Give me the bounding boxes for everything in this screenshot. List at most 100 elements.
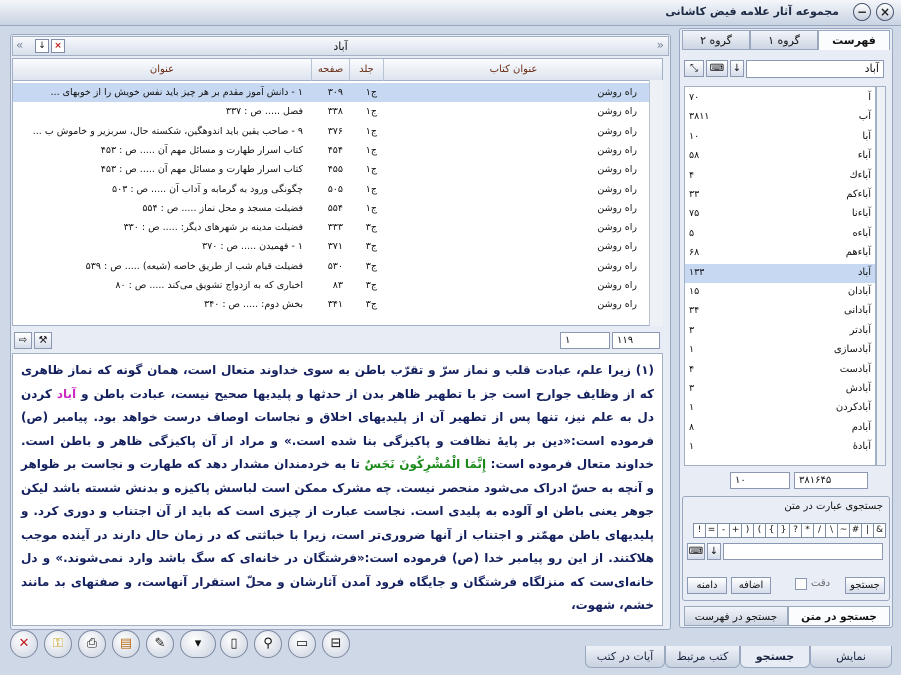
text-part-3: تا به خردمندان مشدار دهد که طهارت و نجاس… — [21, 457, 654, 612]
chart-icon[interactable]: ⤡ — [684, 60, 704, 77]
keyboard-icon[interactable]: ⌨ — [706, 60, 728, 77]
index-item[interactable]: آبادکردن ۱ — [685, 399, 875, 418]
index-item[interactable]: آبادتر ۳ — [685, 322, 875, 341]
operator-key[interactable]: & — [873, 523, 886, 538]
index-item[interactable]: آباءكم ۳۳ — [685, 186, 875, 205]
table-row[interactable]: راه روشن ج۳ ۵۳۰ فضیلت قیام شب از طریق خاصه … — [13, 257, 662, 276]
operator-key[interactable]: * — [801, 523, 814, 538]
operator-key[interactable]: { — [765, 523, 778, 538]
operator-key[interactable]: = — [705, 523, 718, 538]
operator-key[interactable]: # — [849, 523, 862, 538]
results-table: عنوان کتاب جلد صفحه عنوان راه روشن ج۱ ۳۰۹ ۱… — [12, 58, 663, 326]
index-item[interactable]: آ ۷۰ — [685, 89, 875, 108]
search-term: آباد — [333, 40, 348, 53]
table-row[interactable]: راه روشن ج۱ ۵۵۴ فضیلت مسجد و محل نماز .....… — [13, 199, 662, 218]
index-item[interactable]: آبا ۱۰ — [685, 128, 875, 147]
operator-key[interactable]: ) — [741, 523, 754, 538]
operator-key[interactable]: ! — [693, 523, 706, 538]
index-count: ۱ — [689, 344, 695, 356]
operator-key[interactable]: | — [861, 523, 874, 538]
text-view[interactable]: (۱) زیرا علم، عبادت قلب و نماز سرّ و تقر… — [12, 353, 663, 626]
index-current-input[interactable]: ۱۰ — [730, 472, 790, 489]
index-item[interactable]: آباءنا ۷۵ — [685, 205, 875, 224]
cell-book: راه روشن — [597, 106, 637, 118]
minimize-button[interactable]: − — [853, 3, 871, 21]
tab-group-1[interactable]: گروه ۱ — [750, 30, 818, 50]
index-item[interactable]: آباءهم ۶۸ — [685, 244, 875, 263]
operator-key[interactable]: \ — [825, 523, 838, 538]
column-book[interactable]: عنوان کتاب — [383, 59, 643, 81]
index-item[interactable]: آباءك ۴ — [685, 167, 875, 186]
table-row[interactable]: راه روشن ج۳ ۳۳۳ فضیلت مدینه بر شهرهای دیگر:… — [13, 218, 662, 237]
book-icon[interactable]: ▤ — [112, 630, 140, 658]
tab-search-in-index[interactable]: جستجو در فهرست — [684, 606, 788, 626]
print-icon[interactable]: ⎙ — [78, 630, 106, 658]
index-item[interactable]: آباء ۵۸ — [685, 147, 875, 166]
chevron-right-icon[interactable]: » — [657, 38, 664, 52]
bookmark-dropdown-icon[interactable]: ▾ — [180, 630, 216, 658]
page-current-input[interactable]: ۱ — [560, 332, 610, 349]
index-item[interactable]: آبادانی ۳۴ — [685, 302, 875, 321]
index-search-input[interactable]: آباد — [746, 60, 884, 78]
table-row[interactable]: راه روشن ج۱ ۳۷۶ ۹ - صاحب یقین باید اندوهگین… — [13, 122, 662, 141]
exact-checkbox[interactable] — [795, 578, 807, 590]
index-item[interactable]: آب ۳۸۱۱ — [685, 108, 875, 127]
tab-related-books[interactable]: کتب مرتبط — [665, 646, 740, 668]
page-icon[interactable]: ▯ — [220, 630, 248, 658]
keyboard-icon[interactable]: ⌨ — [687, 543, 705, 560]
tab-search[interactable]: جستجو — [740, 646, 810, 668]
table-row[interactable]: راه روشن ج۱ ۳۰۹ ۱ - دانش آموز مقدم بر هر چی… — [13, 83, 662, 102]
table-row[interactable]: راه روشن ج۳ ۳۴۱ بخش دوم: ..... ص : ۳۴۰ — [13, 295, 662, 314]
operator-key[interactable]: ~ — [837, 523, 850, 538]
index-item[interactable]: آبادسازی ۱ — [685, 341, 875, 360]
cell-book: راه روشن — [597, 144, 637, 156]
table-row[interactable]: راه روشن ج۳ ۳۷۱ ۱ - فهمیدن ..... ص : ۳۷۰ — [13, 237, 662, 256]
table-scrollbar[interactable] — [649, 80, 663, 326]
operator-key[interactable]: - — [717, 523, 730, 538]
index-scrollbar[interactable] — [876, 86, 886, 466]
wrench-icon[interactable]: ⚒ — [34, 332, 52, 349]
stem-button[interactable]: دامنه — [687, 577, 727, 594]
table-row[interactable]: راه روشن ج۱ ۴۵۴ کتاب اسرار طهارت و مسائل مه… — [13, 141, 662, 160]
index-item[interactable]: آباءه ۵ — [685, 225, 875, 244]
tab-group-2[interactable]: گروه ۲ — [682, 30, 750, 50]
arrow-down-icon[interactable]: ↓ — [730, 60, 744, 77]
text-search-input[interactable] — [723, 543, 883, 560]
index-item[interactable]: آبادم ۸ — [685, 419, 875, 438]
index-item[interactable]: آباد ۱۳۳ — [685, 263, 875, 283]
index-item[interactable]: آبادست ۴ — [685, 361, 875, 380]
column-title[interactable]: عنوان — [13, 59, 311, 81]
go-arrow-icon[interactable]: ⇨ — [14, 332, 32, 349]
index-word: آبادست — [839, 363, 871, 375]
tab-search-in-text[interactable]: جستجو در متن — [788, 606, 890, 626]
operator-key[interactable]: } — [777, 523, 790, 538]
tab-index[interactable]: فهرست — [818, 30, 890, 50]
table-row[interactable]: راه روشن ج۱ ۳۳۸ فصل ..... ص : ۳۳۷ — [13, 102, 662, 121]
columns-icon[interactable]: ⊟ — [322, 630, 350, 658]
operator-key[interactable]: + — [729, 523, 742, 538]
operator-key[interactable]: ( — [753, 523, 766, 538]
close-button[interactable]: × — [876, 3, 894, 21]
arrow-down-icon[interactable]: ↓ — [707, 543, 721, 560]
index-word: آبادش — [845, 383, 871, 394]
table-row[interactable]: راه روشن ج۱ ۴۵۵ کتاب اسرار طهارت و مسائل مه… — [13, 160, 662, 179]
close-circle-icon[interactable]: ✕ — [10, 630, 38, 658]
operator-key[interactable]: / — [813, 523, 826, 538]
index-word: آبادهٔ — [852, 441, 871, 453]
key-icon[interactable]: ⚿ — [44, 630, 72, 658]
note-icon[interactable]: ✎ — [146, 630, 174, 658]
operator-key[interactable]: ? — [789, 523, 802, 538]
column-volume[interactable]: جلد — [349, 59, 383, 81]
index-item[interactable]: آبادش ۳ — [685, 380, 875, 399]
prefix-button[interactable]: اضافه — [731, 577, 771, 594]
column-page[interactable]: صفحه — [311, 59, 349, 81]
index-item[interactable]: آبادان ۱۵ — [685, 283, 875, 302]
table-row[interactable]: راه روشن ج۱ ۵۰۵ چگونگی ورود به گرمابه و آدا… — [13, 180, 662, 199]
magnifier-icon[interactable]: ⚲ — [254, 630, 282, 658]
tab-display[interactable]: نمایش — [810, 646, 892, 668]
table-row[interactable]: راه روشن ج۳ ۸۳ اخباری که به ازدواج تشویق می… — [13, 276, 662, 295]
search-button[interactable]: جستجو — [845, 577, 885, 594]
highlighter-icon[interactable]: ▭ — [288, 630, 316, 658]
tab-verses-in-books[interactable]: آیات در کتب — [585, 646, 665, 668]
index-item[interactable]: آبادهٔ ۱ — [685, 438, 875, 457]
